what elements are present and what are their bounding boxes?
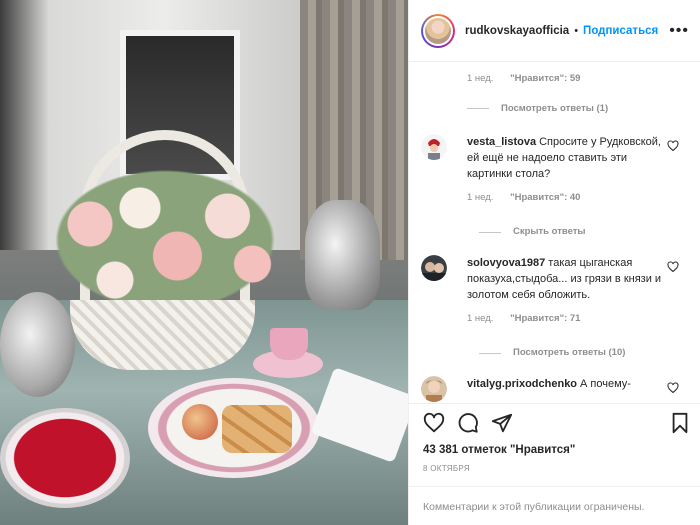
photo-teapot (305, 200, 380, 310)
commenter-username[interactable]: vitalyg.prixodchenko (467, 378, 577, 390)
comments-closed-notice: Комментарии к этой публикации ограничены… (409, 486, 700, 525)
action-icons (423, 412, 691, 436)
follow-button[interactable]: Подписаться (583, 25, 658, 37)
comment-time: 1 нед. (467, 313, 494, 324)
save-icon[interactable] (669, 412, 691, 434)
commenter-username[interactable]: vesta_listova (467, 136, 536, 148)
photo-raspberries (0, 408, 130, 508)
photo-flowers (40, 160, 290, 320)
comment-item: vitalyg.prixodchenko А почему- (421, 376, 691, 403)
post-actions: 43 381 отметок "Нравится" 8 ОКТЯБРЯ Комм… (409, 403, 700, 525)
share-icon[interactable] (491, 412, 513, 434)
like-comment-icon[interactable] (667, 382, 679, 394)
post-photo[interactable] (0, 0, 408, 525)
commenter-avatar[interactable] (421, 134, 447, 160)
photo-peach (182, 404, 218, 440)
hide-replies-button[interactable]: Скрыть ответы (421, 224, 667, 240)
comment-likes[interactable]: "Нравится": 71 (510, 313, 580, 324)
commenter-avatar[interactable] (421, 376, 447, 402)
photo-basket (70, 300, 255, 370)
comment-likes[interactable]: "Нравится": 40 (510, 192, 580, 203)
comment-likes[interactable]: "Нравится": 59 (510, 73, 580, 84)
photo-crepes (222, 405, 292, 453)
comments-list: 1 нед. "Нравится": 59 Посмотреть ответы … (409, 63, 700, 403)
separator-dot: • (574, 24, 579, 37)
like-icon[interactable] (423, 412, 445, 434)
comment-item: vesta_listova Спросите у Рудковской, ей е… (421, 134, 691, 244)
comment-meta: 1 нед. "Нравится": 71 (467, 311, 667, 327)
author-username[interactable]: rudkovskayaofficia (465, 25, 569, 37)
like-comment-icon[interactable] (667, 261, 679, 273)
commenter-username[interactable]: solovyova1987 (467, 257, 545, 269)
like-comment-icon[interactable] (667, 140, 679, 152)
comment-text: А почему- (580, 378, 631, 390)
commenter-avatar[interactable] (421, 255, 447, 281)
likes-count[interactable]: 43 381 отметок "Нравится" (423, 444, 575, 456)
post-sidebar: rudkovskayaofficia • Подписаться ••• 1 н… (408, 0, 700, 525)
post-date[interactable]: 8 ОКТЯБРЯ (423, 464, 470, 473)
photo-silver-bowl (0, 292, 75, 397)
comment-meta: 1 нед. "Нравится": 40 (467, 190, 667, 206)
post-header: rudkovskayaofficia • Подписаться ••• (409, 0, 700, 62)
view-replies-button[interactable]: Посмотреть ответы (10) (421, 345, 667, 361)
comment-item: solovyova1987 такая цыганская показуха,ст… (421, 255, 691, 365)
comment-time: 1 нед. (467, 192, 494, 203)
photo-cup (270, 328, 308, 360)
author-avatar[interactable] (421, 13, 455, 48)
view-replies-button[interactable]: Посмотреть ответы (1) (467, 103, 608, 114)
more-options-icon[interactable]: ••• (669, 22, 689, 40)
comment-meta: 1 нед. "Нравится": 59 (467, 73, 580, 84)
comment-time: 1 нед. (467, 73, 494, 84)
comment-icon[interactable] (457, 412, 479, 434)
